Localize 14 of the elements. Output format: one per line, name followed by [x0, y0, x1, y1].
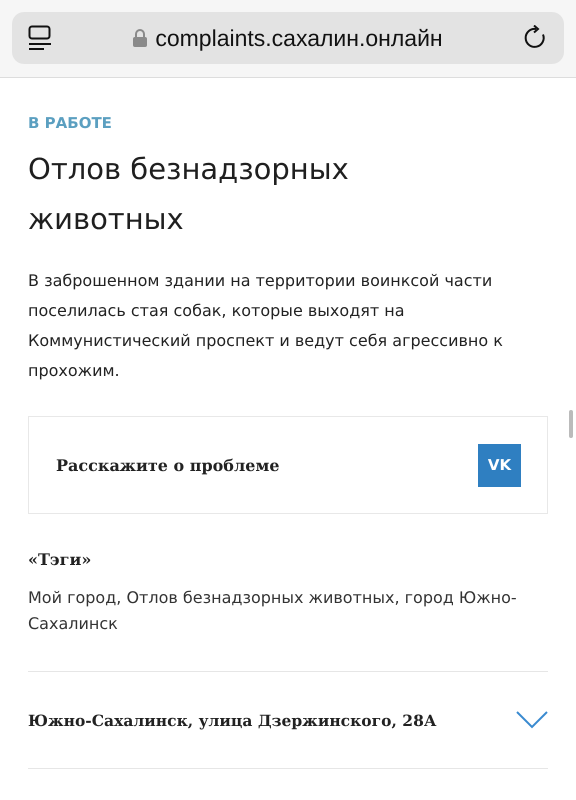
url-text: complaints.сахалин.онлайн	[155, 24, 443, 52]
description: В заброшенном здании на территории воинксой части поселилась стая собак, которые выходят на Коммунистический проспект и ведут себя агрессивно к прохожим.	[28, 270, 504, 382]
share-label: Расскажите о проблеме	[56, 456, 280, 474]
scrollbar	[569, 410, 573, 438]
page-title: Отлов безнадзорных животных	[28, 151, 350, 238]
address-text: Южно-Сахалинск, улица Дзержинского, 28А	[28, 710, 436, 730]
address-bar[interactable]: complaints.сахалин.онлайн	[12, 12, 564, 64]
status-label: В РАБОТЕ	[28, 114, 113, 132]
tags-text: Мой город, Отлов безнадзорных животных, город Южно-Сахалинск	[28, 587, 518, 635]
address-row[interactable]: Южно-Сахалинск, улица Дзержинского, 28А	[28, 671, 548, 769]
vk-share-button[interactable]: VK	[478, 444, 521, 486]
lock-icon	[133, 29, 148, 47]
menu-icon[interactable]	[28, 25, 52, 51]
tags-heading: «Тэги»	[28, 550, 92, 569]
